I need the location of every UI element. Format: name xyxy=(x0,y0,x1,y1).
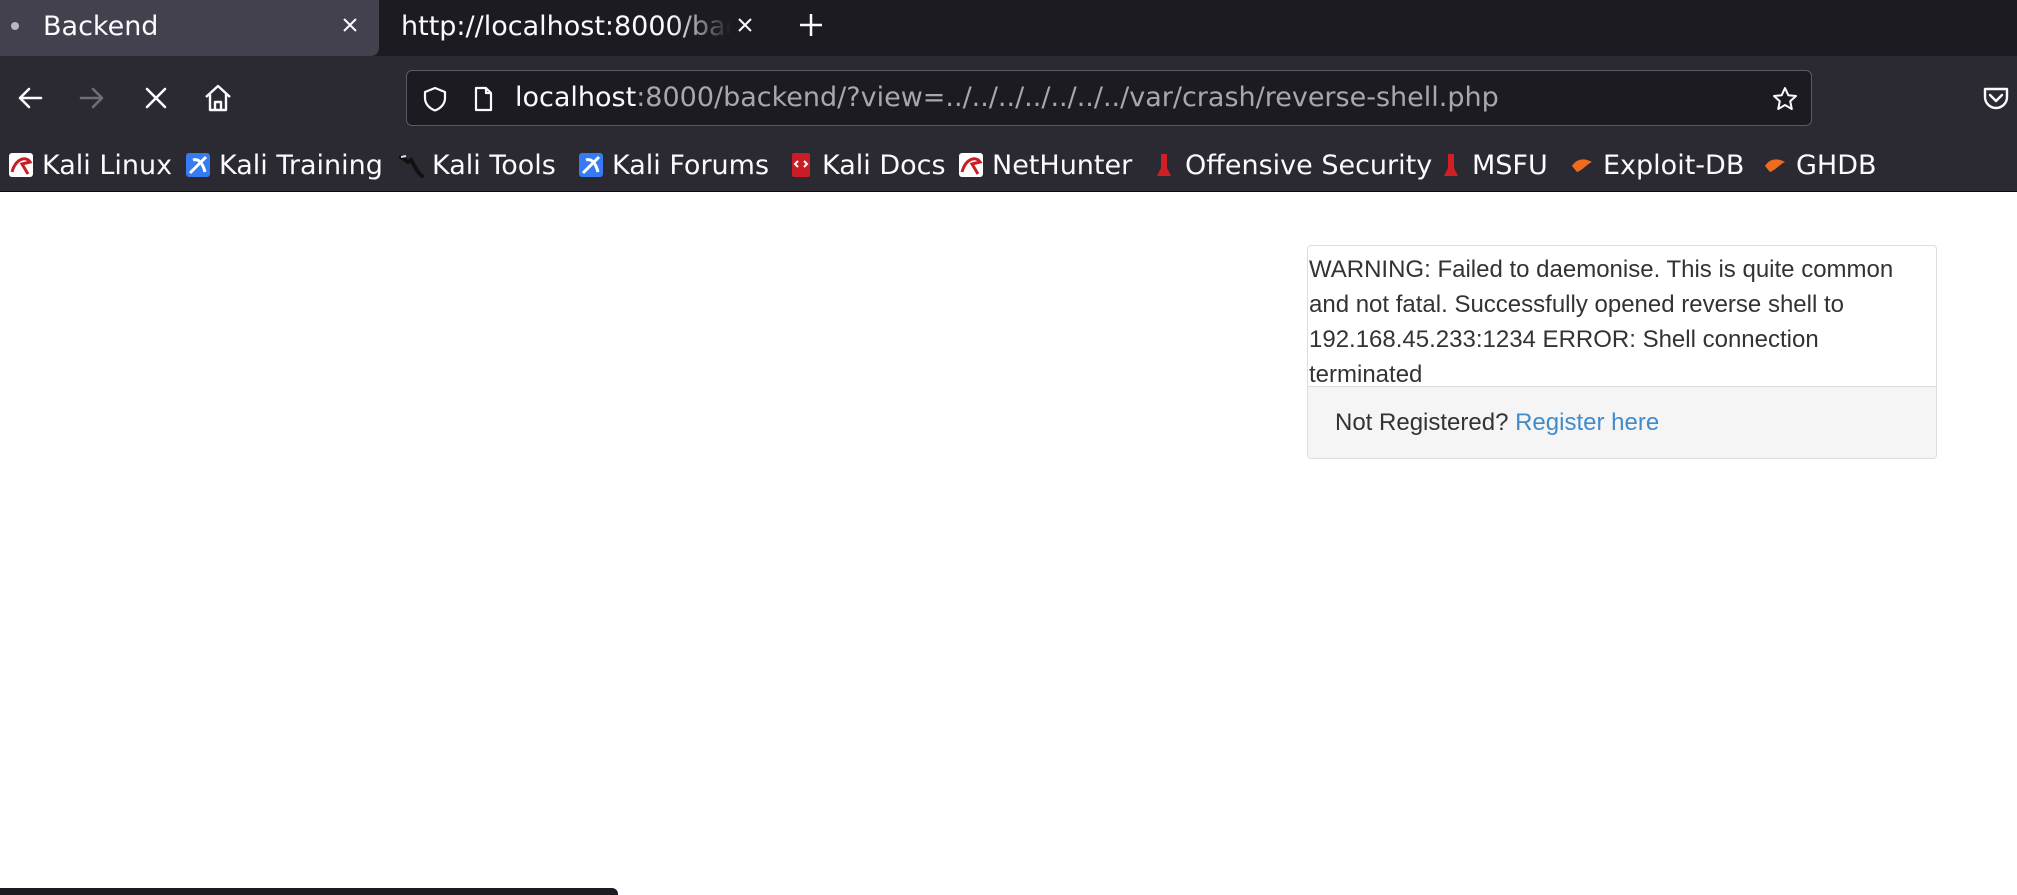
bookmark-kali-tools[interactable]: Kali Tools xyxy=(398,148,556,182)
page-icon[interactable] xyxy=(469,85,497,113)
back-arrow-icon[interactable] xyxy=(12,80,48,116)
tab-title: http://localhost:8000/backend/?view=../.… xyxy=(401,11,731,42)
offsec-icon xyxy=(1157,154,1171,176)
tab-localhost[interactable]: http://localhost:8000/backend/?view=../.… xyxy=(379,0,770,56)
url-text[interactable]: localhost:8000/backend/?view=../../../..… xyxy=(515,82,1499,113)
bookmark-label: Kali Linux xyxy=(42,149,173,181)
kali-forums-icon xyxy=(579,153,603,177)
forward-arrow-icon[interactable] xyxy=(74,80,110,116)
panel-footer: Not Registered? Register here xyxy=(1308,386,1936,458)
not-registered-text: Not Registered? xyxy=(1335,409,1516,436)
bookmark-label: Kali Forums xyxy=(612,149,770,181)
register-link[interactable]: Register here xyxy=(1515,409,1659,436)
close-icon[interactable] xyxy=(339,14,361,36)
ghdb-icon xyxy=(1765,159,1785,172)
bookmark-label: Kali Docs xyxy=(822,149,946,181)
kali-docs-icon xyxy=(792,153,810,177)
url-path: :8000/backend/?view=../../../../../../..… xyxy=(636,82,1499,113)
nethunter-icon xyxy=(959,153,983,177)
bookmark-kali-training[interactable]: Kali Training xyxy=(185,148,383,182)
bookmark-offensive-security[interactable]: Offensive Security xyxy=(1151,148,1432,182)
plus-icon[interactable] xyxy=(796,10,826,40)
address-bar[interactable]: localhost:8000/backend/?view=../../../..… xyxy=(406,70,1812,126)
bookmarks-toolbar: Kali Linux Kali Training Kali Tools Kali… xyxy=(0,140,2017,192)
bookmark-label: NetHunter xyxy=(992,149,1133,181)
msfu-icon xyxy=(1444,154,1458,176)
tab-backend[interactable]: Backend xyxy=(0,0,379,56)
status-panel-edge xyxy=(0,888,618,895)
bookmark-label: Offensive Security xyxy=(1185,149,1433,181)
bookmark-label: GHDB xyxy=(1796,149,1877,181)
login-panel: WARNING: Failed to daemonise. This is qu… xyxy=(1307,245,1937,459)
close-icon[interactable] xyxy=(734,14,756,36)
tab-title: Backend xyxy=(43,11,159,42)
bookmark-msfu[interactable]: MSFU xyxy=(1438,148,1548,182)
stop-loading-icon[interactable] xyxy=(138,80,174,116)
tab-strip: Backend http://localhost:8000/backend/?v… xyxy=(0,0,2017,56)
bookmark-kali-docs[interactable]: Kali Docs xyxy=(788,148,946,182)
tab-attention-dot xyxy=(11,22,19,30)
home-icon[interactable] xyxy=(200,80,236,116)
kali-training-icon xyxy=(186,153,210,177)
bookmark-label: MSFU xyxy=(1472,149,1548,181)
star-icon[interactable] xyxy=(1771,85,1799,113)
bookmark-label: Kali Tools xyxy=(432,149,556,181)
shell-output-message: WARNING: Failed to daemonise. This is qu… xyxy=(1309,256,1894,388)
kali-tools-icon xyxy=(399,155,424,178)
shield-icon[interactable] xyxy=(421,85,449,113)
kali-dragon-icon xyxy=(9,153,33,177)
pocket-icon[interactable] xyxy=(1978,80,2014,116)
bookmark-label: Kali Training xyxy=(219,149,383,181)
exploit-db-icon xyxy=(1572,159,1592,172)
bookmark-nethunter[interactable]: NetHunter xyxy=(958,148,1132,182)
bookmark-ghdb[interactable]: GHDB xyxy=(1762,148,1877,182)
bookmark-label: Exploit-DB xyxy=(1603,149,1745,181)
bookmark-exploit-db[interactable]: Exploit-DB xyxy=(1569,148,1744,182)
bookmark-kali-forums[interactable]: Kali Forums xyxy=(578,148,769,182)
url-host: localhost xyxy=(515,82,637,113)
bookmark-kali-linux[interactable]: Kali Linux xyxy=(8,148,172,182)
